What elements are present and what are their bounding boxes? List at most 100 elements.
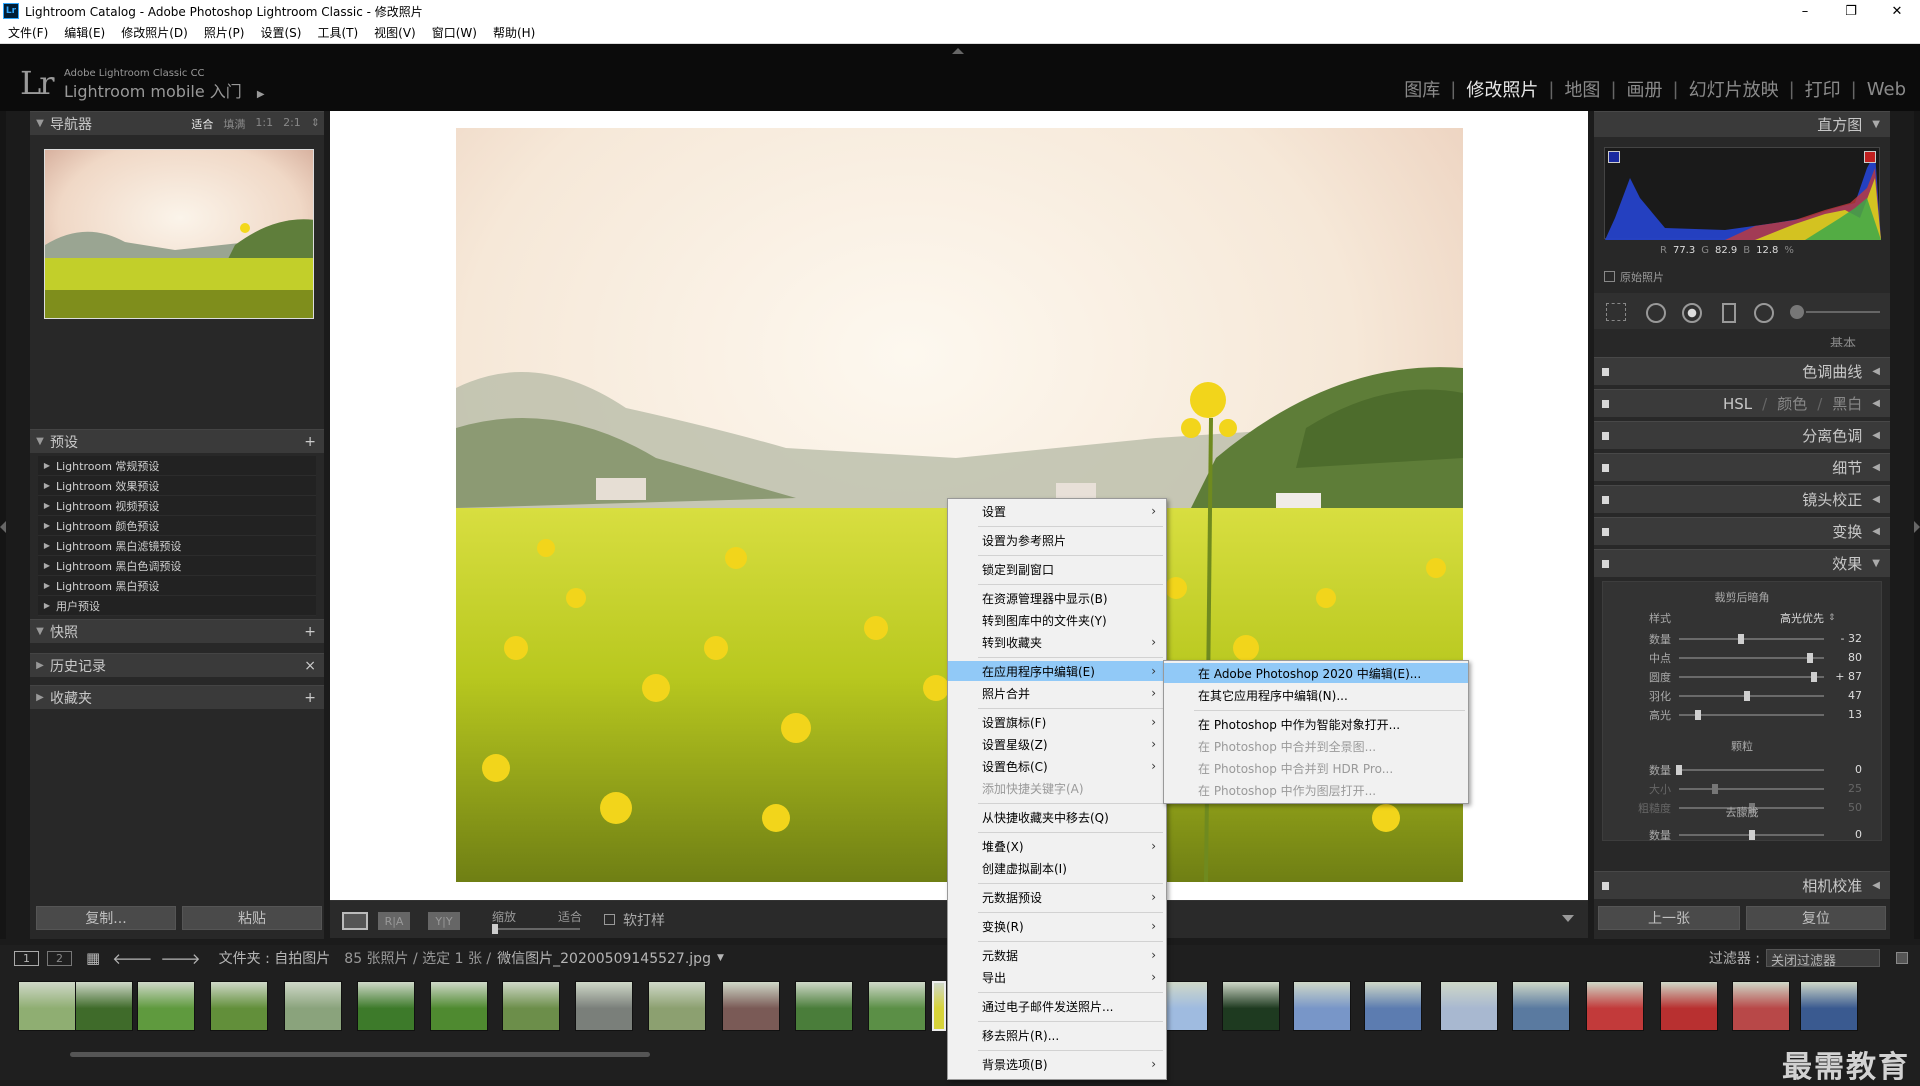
slider-value[interactable]: 13: [1824, 708, 1868, 721]
filmstrip-thumbnail[interactable]: [137, 981, 195, 1031]
histogram-header[interactable]: 直方图 ▼: [1594, 111, 1890, 137]
hsl-header[interactable]: HSL / 颜色 / 黑白 ◀: [1594, 389, 1890, 417]
toggle-switch-icon[interactable]: [1602, 496, 1609, 504]
slider-value[interactable]: 47: [1824, 689, 1868, 702]
copy-settings-button[interactable]: 复制...: [36, 906, 176, 930]
preset-group[interactable]: ▶ Lightroom 黑白色调预设: [38, 556, 316, 576]
module-web[interactable]: Web: [1867, 79, 1906, 100]
menu-settings[interactable]: 设置(S): [252, 24, 309, 41]
zoom-fit[interactable]: 适合: [191, 116, 213, 132]
toggle-switch-icon[interactable]: [1602, 560, 1609, 568]
effects-header[interactable]: 效果 ▼: [1594, 549, 1890, 577]
screen-1-button[interactable]: 1: [14, 950, 39, 966]
filmstrip-scrollbar[interactable]: [70, 1052, 650, 1057]
detail-header[interactable]: 细节 ◀: [1594, 453, 1890, 481]
folder-source[interactable]: 文件夹 : 自拍图片: [219, 948, 331, 968]
filmstrip-thumbnail[interactable]: [932, 981, 946, 1031]
filmstrip-thumbnail[interactable]: [1586, 981, 1644, 1031]
filmstrip-thumbnail[interactable]: [210, 981, 268, 1031]
filmstrip-thumbnail[interactable]: [75, 981, 133, 1031]
radial-filter-icon[interactable]: [1754, 303, 1774, 323]
menu-item[interactable]: 通过电子邮件发送照片...: [948, 996, 1166, 1016]
identity-plate[interactable]: Lightroom mobile 入门 ▶: [64, 78, 265, 102]
menu-tools[interactable]: 工具(T): [309, 24, 366, 41]
zoom-fill[interactable]: 填满: [223, 116, 245, 132]
slider-value[interactable]: - 32: [1824, 632, 1868, 645]
slider-value[interactable]: 0: [1824, 763, 1868, 776]
filter-select[interactable]: 关闭过滤器: [1766, 949, 1880, 969]
close-button[interactable]: ✕: [1874, 0, 1920, 22]
menu-item[interactable]: 照片合并 ›: [948, 683, 1166, 703]
toolbar-menu-icon[interactable]: [1562, 915, 1574, 922]
split-toning-header[interactable]: 分离色调 ◀: [1594, 421, 1890, 449]
menu-item[interactable]: 在其它应用程序中编辑(N)...: [1164, 685, 1468, 705]
softproof-checkbox[interactable]: [604, 914, 615, 925]
menu-item[interactable]: 设置色标(C) ›: [948, 756, 1166, 776]
preset-group[interactable]: ▶ Lightroom 黑白滤镜预设: [38, 536, 316, 556]
brush-slider[interactable]: [1806, 311, 1880, 313]
module-print[interactable]: 打印: [1805, 76, 1841, 102]
minimize-button[interactable]: –: [1782, 0, 1828, 22]
module-library[interactable]: 图库: [1404, 76, 1440, 102]
zoom-slider[interactable]: [492, 924, 580, 934]
loupe-view-icon[interactable]: [342, 912, 368, 930]
filmstrip-thumbnail[interactable]: [1660, 981, 1718, 1031]
slider-knob[interactable]: [1676, 764, 1682, 775]
menu-view[interactable]: 视图(V): [366, 24, 424, 41]
module-map[interactable]: 地图: [1564, 76, 1600, 102]
toggle-switch-icon[interactable]: [1602, 528, 1609, 536]
add-collection-icon[interactable]: +: [304, 690, 316, 706]
menu-item[interactable]: 设置为参考照片: [948, 530, 1166, 550]
filmstrip-thumbnail[interactable]: [430, 981, 488, 1031]
slider-value[interactable]: 25: [1824, 782, 1868, 795]
menu-item[interactable]: 导出 ›: [948, 967, 1166, 987]
snapshots-header[interactable]: ▼ 快照 +: [30, 619, 324, 643]
menu-item[interactable]: 堆叠(X) ›: [948, 836, 1166, 856]
menu-item[interactable]: 移去照片(R)...: [948, 1025, 1166, 1045]
before-after-split-icon[interactable]: Y|Y: [428, 912, 460, 930]
menu-file[interactable]: 文件(F): [0, 24, 56, 41]
bw-tab[interactable]: 黑白: [1832, 393, 1862, 414]
menu-item[interactable]: 背景选项(B) ›: [948, 1054, 1166, 1074]
spot-removal-icon[interactable]: [1646, 303, 1666, 323]
history-header[interactable]: ▶ 历史记录 ×: [30, 653, 324, 677]
histogram[interactable]: [1604, 147, 1881, 240]
module-book[interactable]: 画册: [1627, 76, 1663, 102]
zoom-stepper-icon[interactable]: ⇕: [311, 116, 320, 132]
slider-value[interactable]: 0: [1824, 828, 1868, 841]
preset-group[interactable]: ▶ Lightroom 效果预设: [38, 476, 316, 496]
filmstrip-thumbnail[interactable]: [648, 981, 706, 1031]
filmstrip-thumbnail[interactable]: [722, 981, 780, 1031]
filmstrip-thumbnail[interactable]: [1222, 981, 1280, 1031]
lens-correction-header[interactable]: 镜头校正 ◀: [1594, 485, 1890, 513]
menu-item[interactable]: 在 Photoshop 中作为智能对象打开...: [1164, 714, 1468, 734]
menu-item[interactable]: 设置旗标(F) ›: [948, 712, 1166, 732]
menu-item[interactable]: 元数据 ›: [948, 945, 1166, 965]
zoom-1-1[interactable]: 1:1: [255, 116, 273, 132]
previous-button[interactable]: 上一张: [1598, 906, 1740, 930]
slider-track[interactable]: [1679, 829, 1824, 840]
highlight-clipping-icon[interactable]: [1864, 151, 1876, 163]
back-arrow-icon[interactable]: 🡐: [112, 949, 152, 968]
collections-header[interactable]: ▶ 收藏夹 +: [30, 685, 324, 709]
reset-button[interactable]: 复位: [1746, 906, 1886, 930]
menu-help[interactable]: 帮助(H): [485, 24, 543, 41]
module-develop[interactable]: 修改照片: [1466, 76, 1538, 102]
menu-photo[interactable]: 照片(P): [196, 24, 253, 41]
toggle-switch-icon[interactable]: [1602, 368, 1609, 376]
toggle-switch-icon[interactable]: [1602, 464, 1609, 472]
menu-item[interactable]: 转到图库中的文件夹(Y): [948, 610, 1166, 630]
preset-group[interactable]: ▶ Lightroom 视频预设: [38, 496, 316, 516]
add-snapshot-icon[interactable]: +: [304, 624, 316, 640]
zoom-slider-knob[interactable]: [492, 924, 498, 934]
slider-knob[interactable]: [1748, 829, 1755, 840]
menu-item[interactable]: 转到收藏夹 ›: [948, 632, 1166, 652]
slider-value[interactable]: 80: [1824, 651, 1868, 664]
toggle-switch-icon[interactable]: [1602, 432, 1609, 440]
clear-history-icon[interactable]: ×: [304, 658, 316, 674]
menu-develop[interactable]: 修改照片(D): [113, 24, 196, 41]
color-tab[interactable]: 颜色: [1777, 393, 1807, 414]
add-preset-icon[interactable]: +: [304, 434, 316, 450]
filmstrip-thumbnail[interactable]: [1440, 981, 1498, 1031]
slider-value[interactable]: + 87: [1824, 670, 1868, 683]
